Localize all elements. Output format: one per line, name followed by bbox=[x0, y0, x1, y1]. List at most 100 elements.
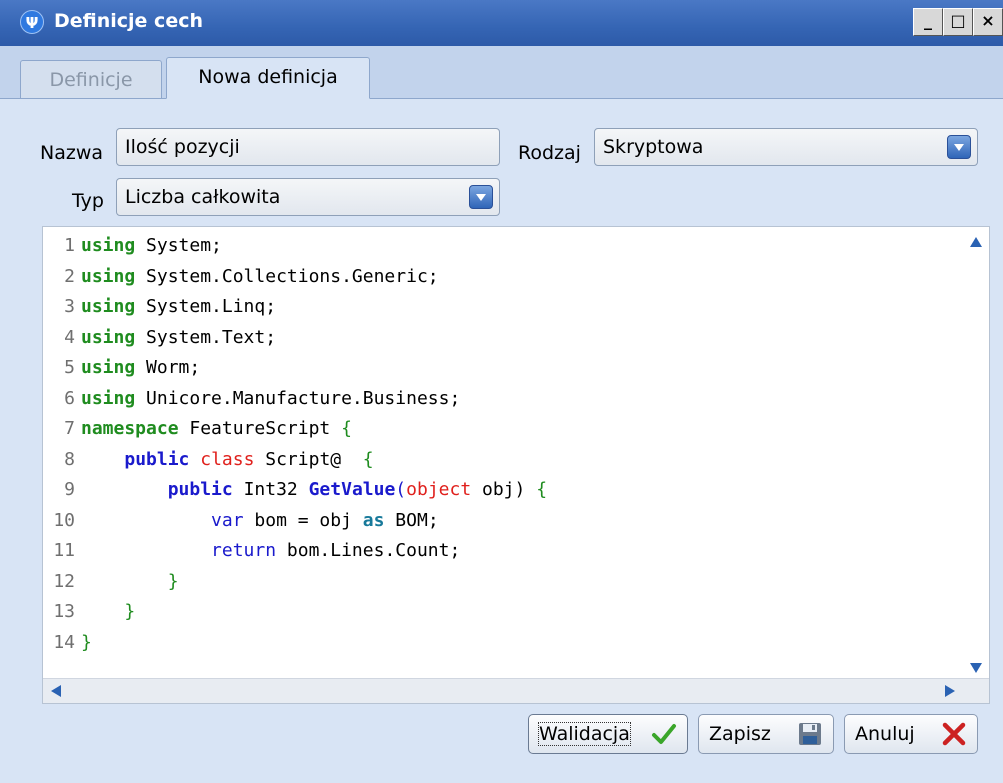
code-token: } bbox=[124, 601, 136, 622]
validate-button[interactable]: Walidacja bbox=[528, 714, 688, 754]
code-line[interactable]: 10 var bom = obj as BOM; bbox=[43, 506, 547, 537]
code-line[interactable]: 2 using System.Collections.Generic; bbox=[43, 262, 547, 293]
code-token: { bbox=[341, 418, 352, 439]
code-token: Script@ bbox=[254, 448, 363, 470]
save-button[interactable]: Zapisz bbox=[698, 714, 834, 754]
code-token: } bbox=[81, 631, 92, 653]
line-number: 8 bbox=[64, 448, 75, 470]
name-field[interactable]: Ilość pozycji bbox=[116, 128, 500, 166]
checkmark-icon bbox=[652, 724, 676, 744]
code-editor[interactable]: 1 using System; 2 using System.Collections.… bbox=[42, 226, 990, 704]
line-number: 1 bbox=[64, 235, 75, 256]
line-number: 14 bbox=[53, 631, 75, 653]
code-text: public Int32 GetValue(object obj) { bbox=[79, 475, 547, 506]
code-text: } bbox=[79, 628, 92, 659]
code-text: public class Script@ { bbox=[79, 445, 373, 476]
code-text: using System.Text; bbox=[79, 323, 276, 354]
code-line[interactable]: 3 using System.Linq; bbox=[43, 292, 547, 323]
line-number: 4 bbox=[64, 326, 75, 348]
code-line[interactable]: 12 } bbox=[43, 567, 547, 598]
line-number: 11 bbox=[53, 540, 75, 561]
line-number: 12 bbox=[53, 570, 75, 592]
code-token: Worm; bbox=[135, 357, 201, 378]
code-text: } bbox=[79, 597, 135, 628]
horizontal-scrollbar[interactable] bbox=[43, 678, 989, 703]
code-token: namespace bbox=[81, 418, 179, 439]
code-token: FeatureScript bbox=[178, 418, 342, 439]
code-line[interactable]: 9 public Int32 GetValue(object obj) { bbox=[43, 475, 547, 506]
close-button[interactable]: × bbox=[973, 8, 1003, 36]
code-token: public bbox=[167, 479, 233, 500]
validate-button-label: Walidacja bbox=[538, 722, 631, 746]
line-number: 6 bbox=[64, 387, 75, 409]
code-line[interactable]: 4 using System.Text; bbox=[43, 323, 547, 354]
cancel-button[interactable]: Anuluj bbox=[844, 714, 978, 754]
code-token: using bbox=[81, 265, 136, 287]
tab-definicje[interactable]: Definicje bbox=[20, 60, 162, 98]
line-number: 7 bbox=[64, 418, 75, 439]
code-line[interactable]: 11 return bom.Lines.Count; bbox=[43, 536, 547, 567]
code-line[interactable]: 6 using Unicore.Manufacture.Business; bbox=[43, 384, 547, 415]
minimize-button[interactable]: _ bbox=[913, 8, 943, 36]
code-token: { bbox=[536, 479, 548, 500]
cancel-button-label: Anuluj bbox=[855, 723, 915, 745]
kind-dropdown[interactable]: Skryptowa bbox=[594, 128, 978, 166]
code-area[interactable]: 1 using System; 2 using System.Collections.… bbox=[43, 231, 547, 658]
code-token: System; bbox=[135, 235, 222, 256]
chevron-down-icon[interactable] bbox=[469, 185, 493, 209]
code-line[interactable]: 14} bbox=[43, 628, 547, 659]
code-text: using Unicore.Manufacture.Business; bbox=[79, 384, 460, 415]
code-token: var bbox=[211, 509, 244, 531]
code-token: Int32 bbox=[232, 479, 309, 500]
name-label: Nazwa bbox=[40, 142, 104, 164]
window-title: Definicje cech bbox=[54, 10, 203, 32]
scroll-left-icon[interactable] bbox=[51, 685, 61, 697]
code-token: } bbox=[167, 570, 179, 592]
code-token: object bbox=[406, 479, 472, 500]
code-line[interactable]: 8 public class Script@ { bbox=[43, 445, 547, 476]
type-dropdown[interactable]: Liczba całkowita bbox=[116, 178, 500, 216]
code-line[interactable]: 1 using System; bbox=[43, 231, 547, 262]
maximize-button[interactable]: □ bbox=[943, 8, 973, 36]
code-token: System.Linq; bbox=[135, 296, 277, 317]
code-token: class bbox=[200, 448, 255, 470]
code-text: using Worm; bbox=[79, 353, 200, 384]
code-token: using bbox=[81, 326, 136, 348]
code-token: using bbox=[81, 387, 136, 409]
chevron-down-icon[interactable] bbox=[947, 135, 971, 159]
code-token: return bbox=[211, 540, 277, 561]
scroll-up-icon[interactable] bbox=[970, 237, 982, 247]
kind-value: Skryptowa bbox=[603, 136, 704, 158]
line-number: 10 bbox=[53, 509, 75, 531]
code-token: using bbox=[81, 235, 136, 256]
type-label: Typ bbox=[72, 190, 104, 212]
code-line[interactable]: 13 } bbox=[43, 597, 547, 628]
code-text: using System; bbox=[79, 231, 222, 262]
code-token: BOM; bbox=[384, 509, 439, 531]
code-token: GetValue bbox=[308, 479, 396, 500]
tab-nowa-definicja[interactable]: Nowa definicja bbox=[166, 57, 370, 99]
title-bar[interactable]: Ψ Definicje cech _ □ × bbox=[0, 0, 1003, 46]
tab-strip: Definicje Nowa definicja bbox=[0, 46, 1003, 99]
scroll-down-icon[interactable] bbox=[970, 663, 982, 673]
code-line[interactable]: 5 using Worm; bbox=[43, 353, 547, 384]
scroll-right-icon[interactable] bbox=[945, 685, 955, 697]
line-number: 13 bbox=[53, 601, 75, 622]
type-value: Liczba całkowita bbox=[125, 186, 281, 208]
code-token: public bbox=[124, 448, 190, 470]
red-x-icon bbox=[942, 722, 966, 746]
vertical-scrollbar[interactable] bbox=[965, 227, 989, 681]
line-number: 5 bbox=[64, 357, 75, 378]
line-number: 2 bbox=[64, 265, 75, 287]
code-text: } bbox=[79, 567, 179, 598]
code-line[interactable]: 7 namespace FeatureScript { bbox=[43, 414, 547, 445]
app-icon: Ψ bbox=[20, 10, 44, 34]
line-number: 9 bbox=[64, 479, 75, 500]
kind-label: Rodzaj bbox=[518, 142, 581, 164]
code-token: bom = obj bbox=[243, 509, 363, 531]
